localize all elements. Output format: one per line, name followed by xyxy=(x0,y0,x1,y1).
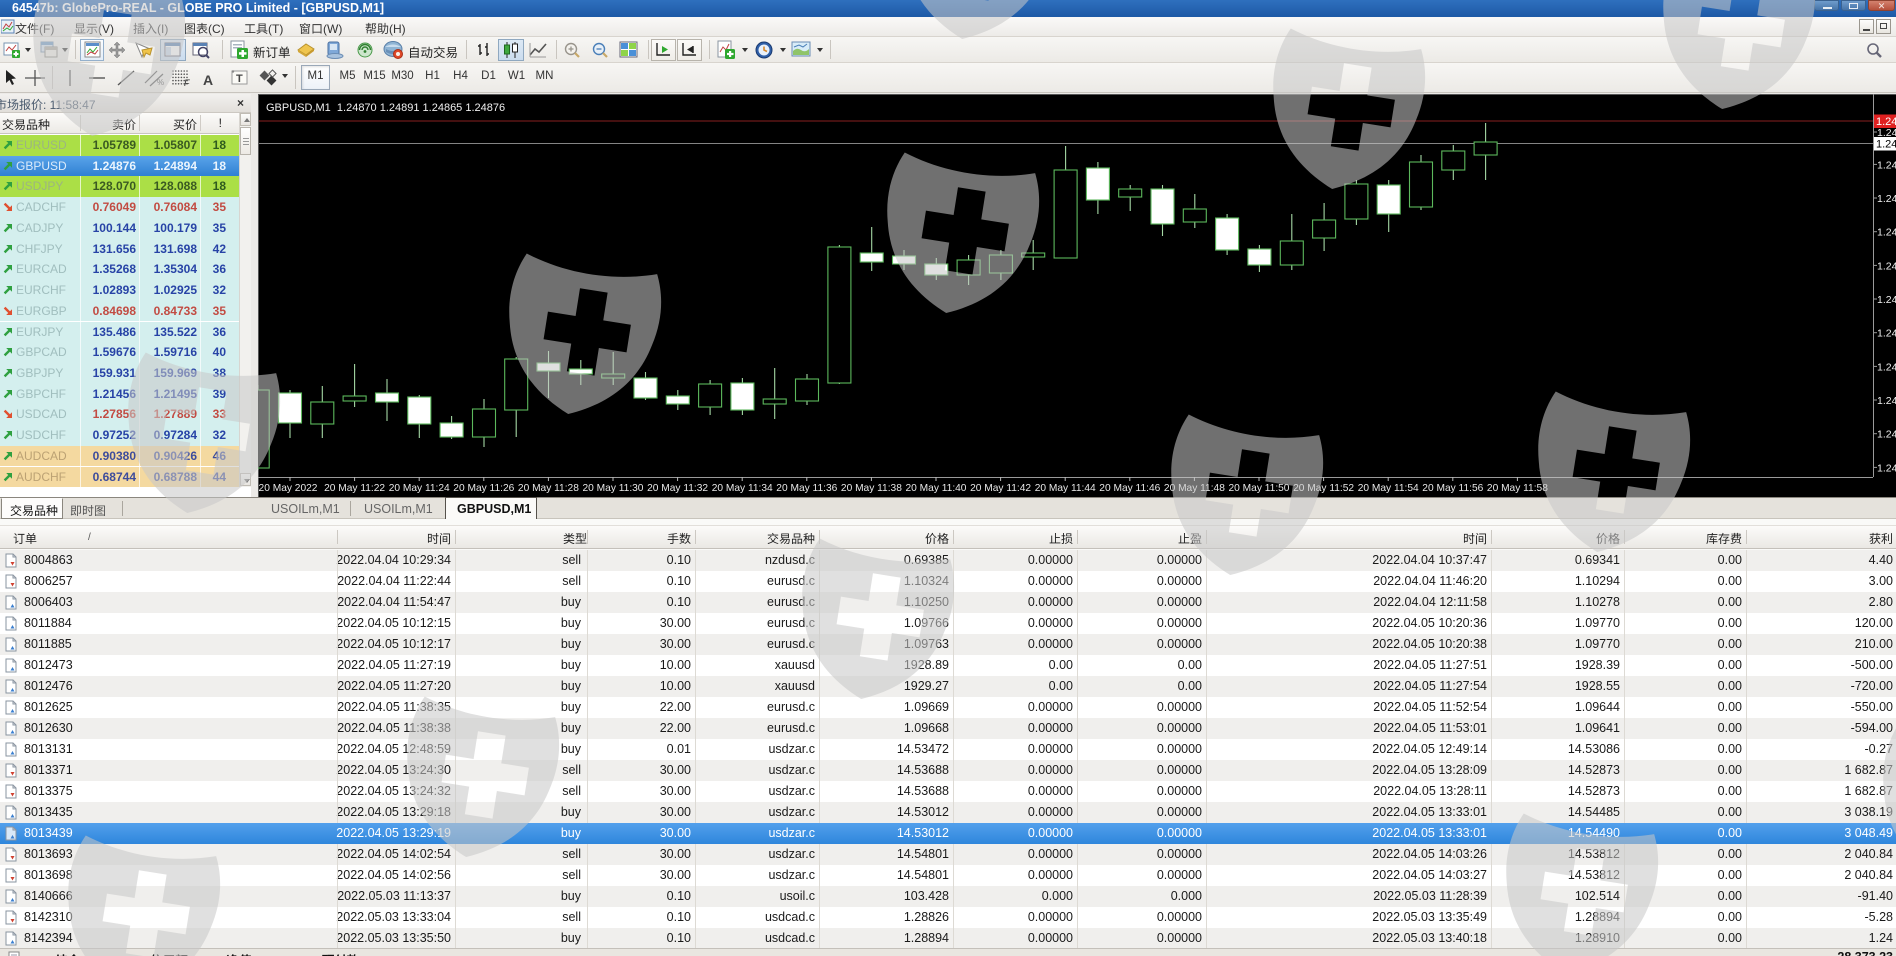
svg-text:20 May 11:46: 20 May 11:46 xyxy=(1099,483,1160,494)
svg-text:20 May 11:22: 20 May 11:22 xyxy=(324,483,385,494)
svg-text:20 May 11:30: 20 May 11:30 xyxy=(583,483,644,494)
svg-text:20 May 11:40: 20 May 11:40 xyxy=(906,483,967,494)
svg-text:20 May 11:26: 20 May 11:26 xyxy=(453,483,514,494)
svg-text:20 May 11:38: 20 May 11:38 xyxy=(841,483,902,494)
svg-text:20 May 11:56: 20 May 11:56 xyxy=(1422,483,1483,494)
svg-text:20 May 11:52: 20 May 11:52 xyxy=(1293,483,1354,494)
svg-text:1.24400: 1.24400 xyxy=(1877,462,1896,474)
svg-text:1.24700: 1.24700 xyxy=(1877,260,1896,272)
svg-text:20 May 11:54: 20 May 11:54 xyxy=(1358,483,1419,494)
svg-text:20 May 11:24: 20 May 11:24 xyxy=(389,483,450,494)
svg-text:20 May 2022: 20 May 2022 xyxy=(259,483,318,494)
svg-text:20 May 11:34: 20 May 11:34 xyxy=(712,483,773,494)
svg-text:1.24750: 1.24750 xyxy=(1877,227,1896,239)
svg-text:20 May 11:28: 20 May 11:28 xyxy=(518,483,579,494)
svg-text:T: T xyxy=(236,73,243,85)
svg-text:1.24800: 1.24800 xyxy=(1877,193,1896,205)
svg-text:20 May 11:48: 20 May 11:48 xyxy=(1164,483,1225,494)
svg-text:1.24600: 1.24600 xyxy=(1877,328,1896,340)
svg-text:1.24876: 1.24876 xyxy=(1876,139,1896,151)
svg-text:20 May 11:42: 20 May 11:42 xyxy=(970,483,1031,494)
svg-text:1.24650: 1.24650 xyxy=(1877,294,1896,306)
svg-text:20 May 11:44: 20 May 11:44 xyxy=(1035,483,1096,494)
svg-text:1.24450: 1.24450 xyxy=(1877,429,1896,441)
svg-text:1.24500: 1.24500 xyxy=(1877,395,1896,407)
svg-text:20 May 11:58: 20 May 11:58 xyxy=(1487,483,1548,494)
svg-text:1.24891: 1.24891 xyxy=(1876,116,1896,128)
svg-text:1.24550: 1.24550 xyxy=(1877,361,1896,373)
svg-text:20 May 11:50: 20 May 11:50 xyxy=(1229,483,1290,494)
svg-text:F: F xyxy=(184,78,190,87)
svg-text:GBPUSD,M1 1.24870 1.24891 1.2: GBPUSD,M1 1.24870 1.24891 1.24865 1.2487… xyxy=(266,102,505,114)
svg-text:1.24850: 1.24850 xyxy=(1877,159,1896,171)
svg-text:%: % xyxy=(157,78,164,87)
svg-text:20 May 11:32: 20 May 11:32 xyxy=(647,483,708,494)
svg-text:20 May 11:36: 20 May 11:36 xyxy=(776,483,837,494)
